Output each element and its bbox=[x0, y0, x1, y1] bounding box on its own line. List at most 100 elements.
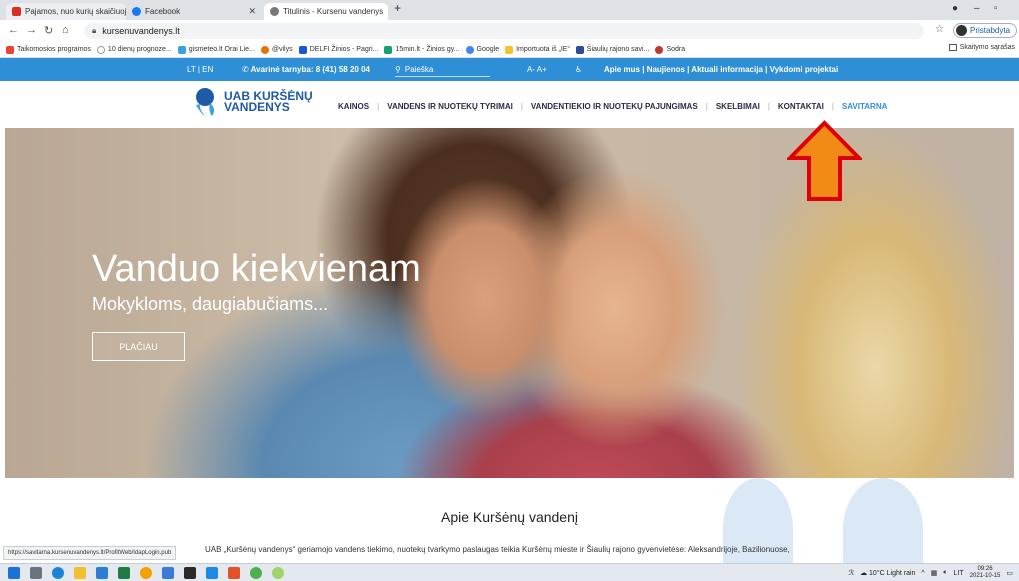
bookmark-label: 15min.lt - Žinios gy... bbox=[395, 46, 460, 53]
tab-label: Pajamos, nuo kurių skaičiuojama bbox=[25, 7, 126, 16]
bookmark-label: gismeteo.lt Orai Lie... bbox=[188, 46, 255, 53]
site-header: UAB KURŠĖNŲ VANDENYS KAINOS | VANDENS IR… bbox=[0, 81, 1019, 128]
about-text: UAB „Kuršėnų vandenys“ geriamojo vandens… bbox=[205, 545, 790, 554]
network-app-icon[interactable] bbox=[162, 567, 174, 579]
hero-title: Vanduo kiekvienam bbox=[92, 248, 421, 290]
search-input[interactable]: ⚲ Paieška bbox=[395, 62, 490, 77]
bookmark-item[interactable]: 10 dienų prognoze... bbox=[96, 45, 172, 54]
language-switcher[interactable]: LT | EN bbox=[187, 65, 213, 74]
chevron-up-icon[interactable]: ^ bbox=[921, 570, 924, 577]
water-drop-logo-icon bbox=[196, 88, 215, 116]
top-links[interactable]: Apie mus | Naujienos | Aktuali informaci… bbox=[604, 65, 838, 74]
shield-icon bbox=[575, 45, 584, 54]
profile-dot-icon[interactable]: ● bbox=[952, 3, 958, 14]
emergency-phone[interactable]: ✆ Avarinė tarnyba: 8 (41) 58 20 04 bbox=[242, 65, 370, 74]
bookmark-label: Taikomosios programos bbox=[17, 46, 91, 53]
browser-tab-pajamos[interactable]: Pajamos, nuo kurių skaičiuojama ✕ bbox=[6, 3, 126, 20]
browser-tab-facebook[interactable]: Facebook ✕ bbox=[126, 3, 262, 20]
hero-banner: Vanduo kiekvienam Mokykloms, daugiabučia… bbox=[5, 128, 1014, 478]
task-view-icon[interactable] bbox=[30, 567, 42, 579]
delfi-icon bbox=[298, 45, 307, 54]
home-icon[interactable]: ⌂ bbox=[62, 24, 69, 36]
address-bar[interactable]: 🔒︎ kursenuvandenys.lt bbox=[84, 23, 924, 39]
bookmark-item[interactable]: Google bbox=[465, 45, 500, 54]
reload-icon[interactable]: ↻ bbox=[44, 24, 53, 37]
apps-grid-icon bbox=[6, 45, 14, 54]
bookmark-item[interactable]: Šiaulių rajono savi... bbox=[575, 45, 649, 54]
new-tab-button[interactable]: + bbox=[394, 1, 401, 15]
clock-time: 09:26 bbox=[977, 566, 993, 572]
nav-item-kontaktai[interactable]: KONTAKTAI bbox=[778, 102, 824, 111]
windows-start-icon[interactable] bbox=[8, 567, 20, 579]
close-icon[interactable]: ✕ bbox=[248, 6, 256, 17]
phone-icon: ✆ bbox=[242, 65, 251, 74]
nav-item-skelbimai[interactable]: SKELBIMAI bbox=[716, 102, 760, 111]
store-icon[interactable] bbox=[184, 567, 196, 579]
clock[interactable]: 09:26 2021-10-15 bbox=[970, 566, 1001, 580]
browser-tab-active[interactable]: Titulinis - Kursenu vandenys ✕ bbox=[264, 3, 388, 20]
folder-icon bbox=[505, 45, 514, 54]
calculator-icon[interactable] bbox=[206, 567, 218, 579]
accessibility-icon[interactable]: ♿︎ bbox=[575, 65, 582, 74]
nav-separator: | bbox=[767, 102, 770, 111]
main-nav: KAINOS | VANDENS IR NUOTEKŲ TYRIMAI | VA… bbox=[338, 102, 887, 111]
bookmark-item[interactable]: DELFI Žinios - Pagri... bbox=[298, 45, 379, 54]
bookmark-item[interactable]: Sodra bbox=[655, 45, 685, 54]
outlook-icon[interactable] bbox=[96, 567, 108, 579]
close-icon[interactable]: ✕ bbox=[387, 6, 388, 17]
bookmark-item[interactable]: gismeteo.lt Orai Lie... bbox=[177, 45, 255, 54]
bookmark-item[interactable]: @vilys bbox=[260, 45, 293, 54]
bookmark-item[interactable]: 15min.lt - Žinios gy... bbox=[384, 45, 460, 54]
nav-item-kainos[interactable]: KAINOS bbox=[338, 102, 369, 111]
site-logo[interactable]: UAB KURŠĖNŲ VANDENYS bbox=[192, 87, 313, 117]
reading-list-button[interactable]: Skaitymo sąrašas bbox=[948, 44, 1015, 51]
photos-icon[interactable] bbox=[140, 567, 152, 579]
google-icon bbox=[465, 45, 474, 54]
edge-icon[interactable] bbox=[52, 567, 64, 579]
bookmark-label: 10 dienų prognoze... bbox=[107, 46, 172, 53]
bookmark-label: DELFI Žinios - Pagri... bbox=[309, 46, 379, 53]
person-icon[interactable]: ℛ bbox=[848, 569, 854, 577]
avatar bbox=[956, 25, 967, 36]
network-icon[interactable]: ▦ bbox=[931, 569, 938, 577]
tab-label: Facebook bbox=[145, 7, 181, 16]
volume-icon[interactable]: 🔈︎ bbox=[943, 569, 947, 577]
at-icon bbox=[260, 45, 269, 54]
circle-icon bbox=[96, 45, 105, 54]
system-tray: ℛ ☁ 10°C Light rain ^ ▦ 🔈︎ LIT 09:26 202… bbox=[848, 566, 1013, 580]
forward-arrow-icon[interactable]: → bbox=[26, 24, 37, 36]
font-size-controls[interactable]: A- A+ bbox=[527, 65, 547, 74]
bookmark-label: @vilys bbox=[271, 46, 293, 53]
nav-item-tyrimai[interactable]: VANDENS IR NUOTEKŲ TYRIMAI bbox=[387, 102, 513, 111]
emergency-phone-label: Avarinė tarnyba: 8 (41) 58 20 04 bbox=[250, 65, 370, 74]
nav-item-savitarna[interactable]: SAVITARNA bbox=[842, 102, 887, 111]
bookmark-label: Google bbox=[476, 46, 500, 53]
profile-button[interactable]: Pristabdyta bbox=[953, 23, 1018, 38]
input-language[interactable]: LIT bbox=[954, 570, 964, 577]
chrome-icon[interactable] bbox=[250, 567, 262, 579]
bookmark-item[interactable]: Taikomosios programos bbox=[6, 45, 91, 54]
file-explorer-icon[interactable] bbox=[74, 567, 86, 579]
minimize-icon[interactable]: – bbox=[974, 3, 980, 14]
back-arrow-icon[interactable]: ← bbox=[8, 24, 19, 36]
excel-icon[interactable] bbox=[118, 567, 130, 579]
nav-separator: | bbox=[705, 102, 708, 111]
profile-label: Pristabdyta bbox=[970, 26, 1011, 35]
windows-taskbar: ℛ ☁ 10°C Light rain ^ ▦ 🔈︎ LIT 09:26 202… bbox=[0, 563, 1019, 581]
notifications-icon[interactable]: ▭ bbox=[1006, 569, 1013, 577]
star-icon[interactable]: ☆ bbox=[935, 24, 944, 35]
sodra-icon bbox=[655, 45, 664, 54]
nav-separator: | bbox=[520, 102, 523, 111]
bookmark-item[interactable]: Importuota iš „IE“ bbox=[505, 45, 570, 54]
nav-item-pajungimas[interactable]: VANDENTIEKIO IR NUOTEKŲ PAJUNGIMAS bbox=[531, 102, 698, 111]
app-icon[interactable] bbox=[272, 567, 284, 579]
acrobat-icon[interactable] bbox=[228, 567, 240, 579]
maximize-icon[interactable]: ▫ bbox=[994, 3, 998, 14]
tab-label: Titulinis - Kursenu vandenys bbox=[283, 7, 384, 16]
nav-separator: | bbox=[831, 102, 834, 111]
weather-widget[interactable]: ☁ 10°C Light rain bbox=[860, 569, 915, 577]
lock-icon: 🔒︎ bbox=[92, 26, 97, 35]
hero-more-button[interactable]: PLAČIAU bbox=[92, 332, 185, 361]
tab-favicon-icon bbox=[270, 7, 279, 16]
facebook-icon bbox=[132, 7, 141, 16]
